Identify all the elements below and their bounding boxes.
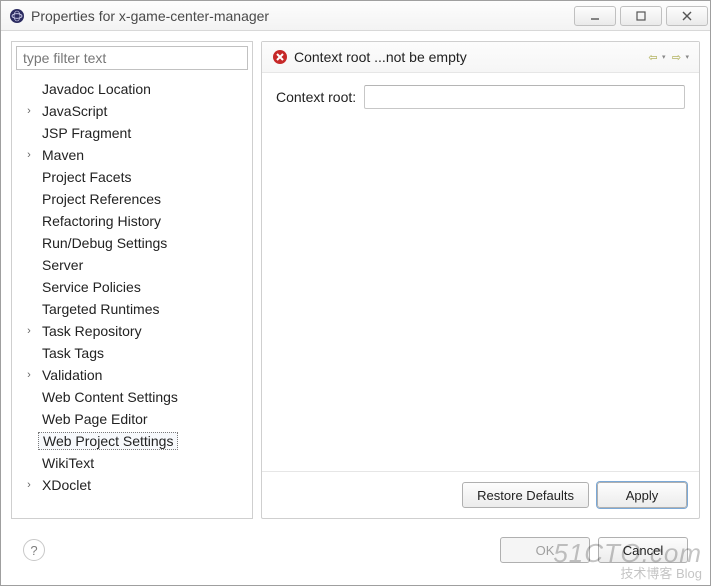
- tree-item[interactable]: ›Refactoring History: [12, 210, 252, 232]
- tree-item-label: Task Tags: [38, 345, 108, 361]
- tree-item-label: Web Content Settings: [38, 389, 182, 405]
- nav-back-menu-icon[interactable]: ▾: [662, 53, 666, 61]
- filter-wrap: [12, 42, 252, 74]
- chevron-right-icon[interactable]: ›: [22, 105, 36, 117]
- content-row: ›Javadoc Location›JavaScript›JSP Fragmen…: [11, 41, 700, 519]
- tree-item[interactable]: ›Run/Debug Settings: [12, 232, 252, 254]
- nav-forward-menu-icon[interactable]: ▾: [685, 53, 689, 61]
- tree-item[interactable]: ›XDoclet: [12, 474, 252, 496]
- tree-item[interactable]: ›Maven: [12, 144, 252, 166]
- chevron-right-icon[interactable]: ›: [22, 325, 36, 337]
- tree-item-label: Web Project Settings: [38, 432, 178, 450]
- main-header: Context root ...not be empty ⇦ ▾ ⇨ ▾: [262, 42, 699, 73]
- context-root-input[interactable]: [364, 85, 685, 109]
- eclipse-icon: [9, 8, 25, 24]
- help-icon[interactable]: ?: [23, 539, 45, 561]
- chevron-right-icon[interactable]: ›: [22, 149, 36, 161]
- tree-item-label: Server: [38, 257, 87, 273]
- tree-item[interactable]: ›Web Project Settings: [12, 430, 252, 452]
- category-tree[interactable]: ›Javadoc Location›JavaScript›JSP Fragmen…: [12, 74, 252, 518]
- tree-item[interactable]: ›Task Repository: [12, 320, 252, 342]
- main-panel: Context root ...not be empty ⇦ ▾ ⇨ ▾ Con…: [261, 41, 700, 519]
- ok-button[interactable]: OK: [500, 537, 590, 563]
- tree-item-label: Javadoc Location: [38, 81, 155, 97]
- tree-item-label: XDoclet: [38, 477, 95, 493]
- dialog-window: Properties for x-game-center-manager ›Ja…: [0, 0, 711, 586]
- tree-item[interactable]: ›Task Tags: [12, 342, 252, 364]
- tree-item[interactable]: ›Web Content Settings: [12, 386, 252, 408]
- window-controls: [570, 6, 708, 26]
- tree-item-label: WikiText: [38, 455, 98, 471]
- restore-defaults-button[interactable]: Restore Defaults: [462, 482, 589, 508]
- tree-item-label: Project Facets: [38, 169, 135, 185]
- close-button[interactable]: [666, 6, 708, 26]
- tree-item[interactable]: ›Service Policies: [12, 276, 252, 298]
- tree-item-label: Service Policies: [38, 279, 145, 295]
- context-root-row: Context root:: [276, 85, 685, 109]
- tree-item-label: Web Page Editor: [38, 411, 152, 427]
- tree-item-label: Run/Debug Settings: [38, 235, 171, 251]
- header-nav: ⇦ ▾ ⇨ ▾: [644, 48, 689, 66]
- tree-wrap: ›Javadoc Location›JavaScript›JSP Fragmen…: [12, 74, 252, 518]
- tree-item[interactable]: ›Web Page Editor: [12, 408, 252, 430]
- error-icon: [272, 49, 288, 65]
- tree-item-label: Validation: [38, 367, 106, 383]
- dialog-body: ›Javadoc Location›JavaScript›JSP Fragmen…: [1, 31, 710, 585]
- window-title: Properties for x-game-center-manager: [31, 8, 570, 24]
- tree-item-label: Project References: [38, 191, 165, 207]
- chevron-right-icon[interactable]: ›: [22, 479, 36, 491]
- main-body: Context root:: [262, 73, 699, 471]
- nav-back-icon[interactable]: ⇦: [644, 48, 662, 66]
- chevron-right-icon[interactable]: ›: [22, 369, 36, 381]
- tree-item[interactable]: ›JSP Fragment: [12, 122, 252, 144]
- main-footer: Restore Defaults Apply: [262, 471, 699, 518]
- titlebar: Properties for x-game-center-manager: [1, 1, 710, 31]
- tree-item[interactable]: ›JavaScript: [12, 100, 252, 122]
- tree-item-label: Targeted Runtimes: [38, 301, 164, 317]
- nav-forward-icon[interactable]: ⇨: [667, 48, 685, 66]
- tree-item-label: Task Repository: [38, 323, 146, 339]
- maximize-button[interactable]: [620, 6, 662, 26]
- tree-item[interactable]: ›Project Facets: [12, 166, 252, 188]
- sidebar: ›Javadoc Location›JavaScript›JSP Fragmen…: [11, 41, 253, 519]
- tree-item-label: JSP Fragment: [38, 125, 135, 141]
- tree-item[interactable]: ›Targeted Runtimes: [12, 298, 252, 320]
- error-message: Context root ...not be empty: [294, 49, 638, 65]
- tree-item-label: Refactoring History: [38, 213, 165, 229]
- tree-item-label: Maven: [38, 147, 88, 163]
- apply-button[interactable]: Apply: [597, 482, 687, 508]
- tree-item[interactable]: ›Javadoc Location: [12, 78, 252, 100]
- tree-item[interactable]: ›Project References: [12, 188, 252, 210]
- tree-item[interactable]: ›Server: [12, 254, 252, 276]
- dialog-footer: ? OK Cancel: [11, 529, 700, 575]
- filter-input[interactable]: [16, 46, 248, 70]
- tree-item-label: JavaScript: [38, 103, 111, 119]
- tree-item[interactable]: ›WikiText: [12, 452, 252, 474]
- minimize-button[interactable]: [574, 6, 616, 26]
- context-root-label: Context root:: [276, 89, 356, 105]
- tree-item[interactable]: ›Validation: [12, 364, 252, 386]
- cancel-button[interactable]: Cancel: [598, 537, 688, 563]
